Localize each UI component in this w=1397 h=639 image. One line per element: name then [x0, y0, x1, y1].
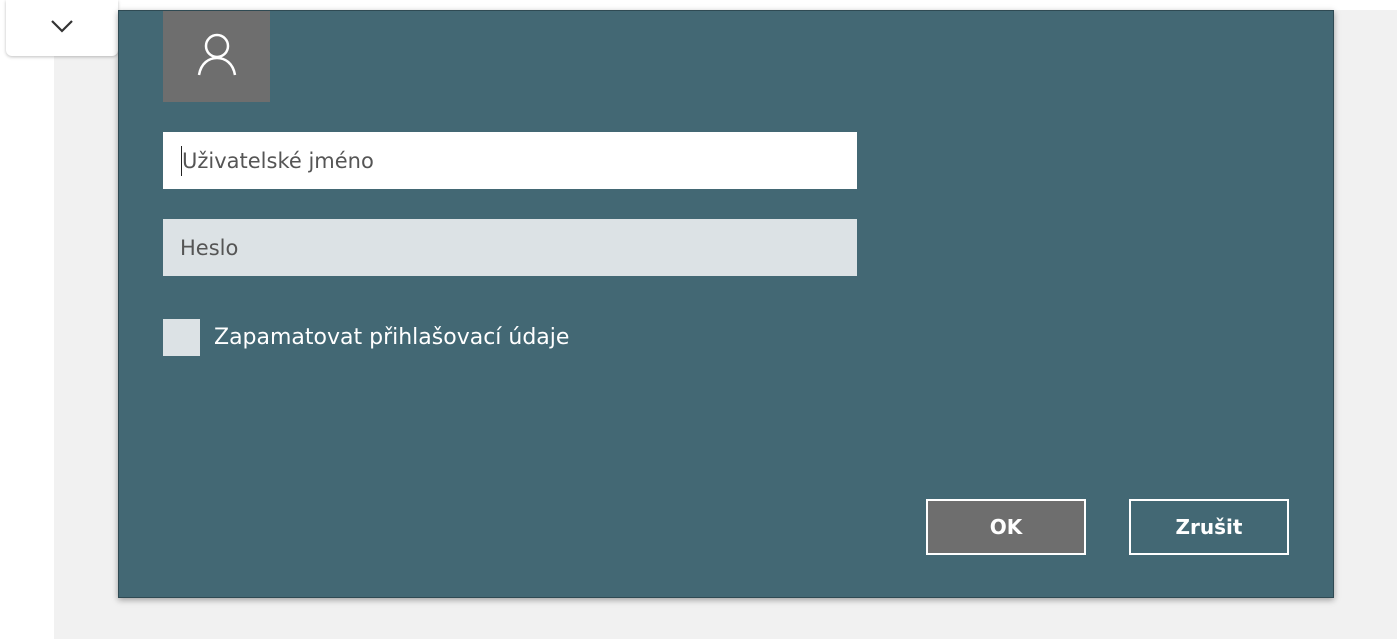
chevron-down-icon: [49, 20, 75, 34]
cancel-button-label: Zrušit: [1175, 515, 1243, 539]
username-input[interactable]: [163, 132, 857, 189]
login-dialog: Zapamatovat přihlašovací údaje OK Zrušit: [118, 10, 1334, 598]
remember-credentials-option[interactable]: Zapamatovat přihlašovací údaje: [163, 319, 569, 356]
remember-label: Zapamatovat přihlašovací údaje: [214, 325, 570, 350]
text-caret: [181, 146, 182, 176]
ok-button-label: OK: [989, 515, 1023, 539]
cancel-button[interactable]: Zrušit: [1129, 499, 1289, 555]
password-input[interactable]: [163, 219, 857, 276]
remember-checkbox[interactable]: [163, 319, 200, 356]
avatar: [163, 11, 270, 102]
ok-button[interactable]: OK: [926, 499, 1086, 555]
user-icon: [195, 31, 239, 83]
collapse-button[interactable]: [6, 0, 118, 56]
